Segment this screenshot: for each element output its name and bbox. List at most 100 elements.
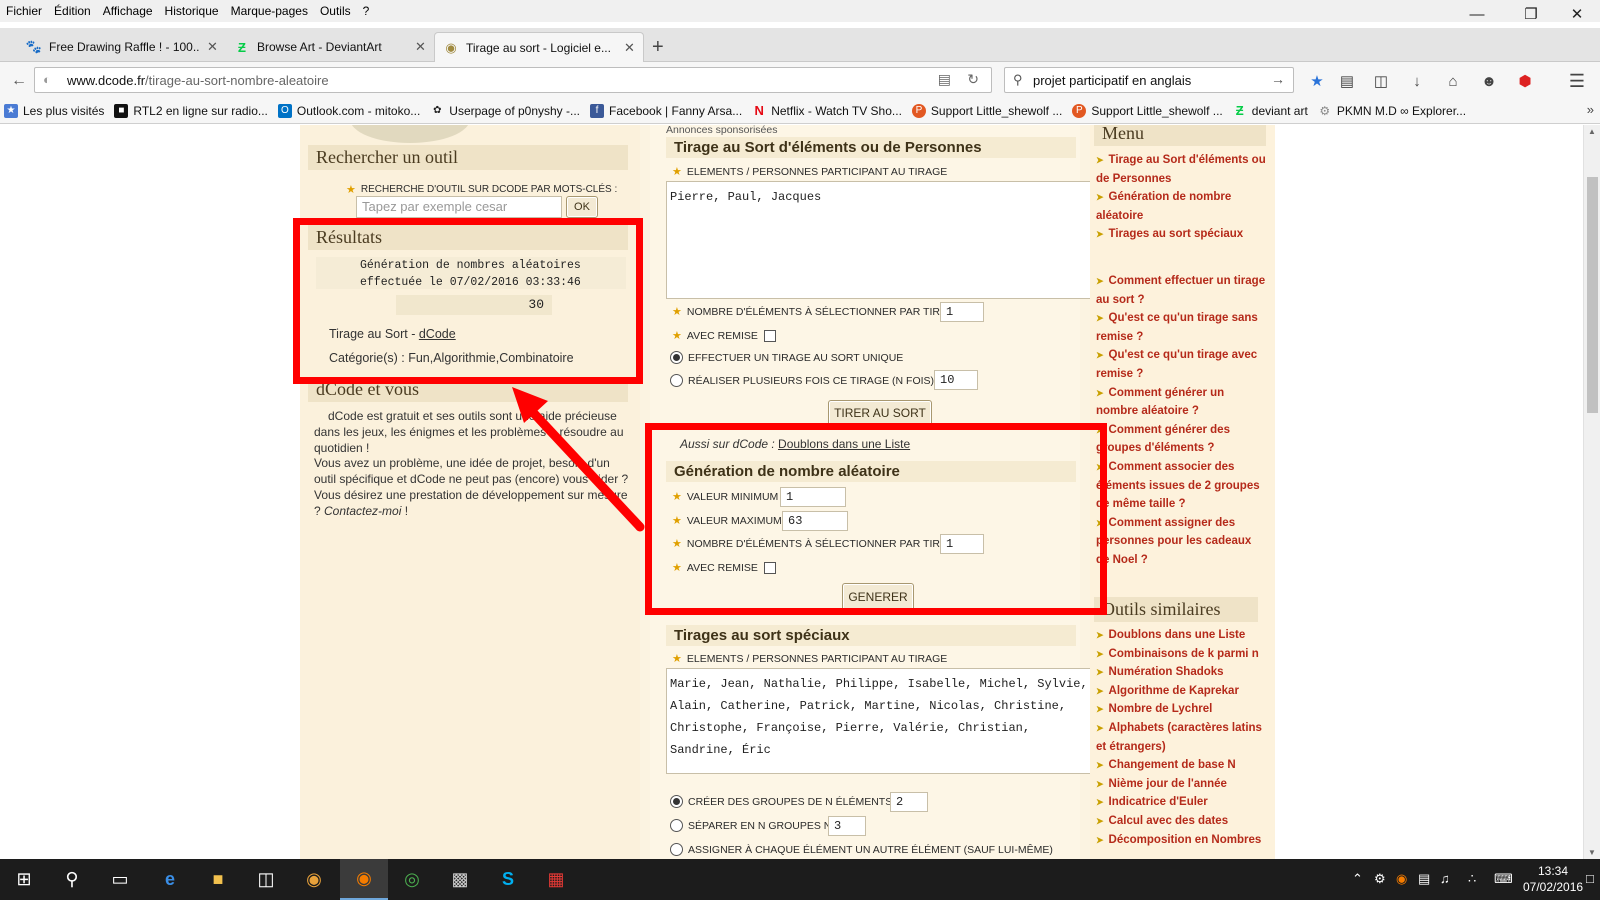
bookmark-star-icon[interactable]: ★ — [1306, 70, 1328, 92]
bookmarks-list-icon[interactable]: ▤ — [1336, 70, 1358, 92]
bookmark-item[interactable]: ⚙ PKMN M.D ∞ Explorer... — [1318, 104, 1466, 118]
faq-link[interactable]: ➤ Comment associer des éléments issues de… — [1096, 458, 1266, 514]
edge-icon[interactable]: e — [146, 859, 194, 900]
faq-link[interactable]: ➤ Comment générer des groupes d'éléments … — [1096, 421, 1266, 458]
tab-free-drawing-raffle[interactable]: 🐾 Free Drawing Raffle ! - 100... ✕ — [18, 32, 226, 62]
new-tab-icon[interactable]: + — [652, 36, 664, 59]
tab-browse-art[interactable]: Ƶ Browse Art - DeviantArt ✕ — [226, 32, 434, 62]
similar-tool-link[interactable]: ➤ Nombre de Lychrel — [1096, 700, 1268, 719]
similar-tool-link[interactable]: ➤ Indicatrice d'Euler — [1096, 793, 1268, 812]
menu-link[interactable]: ➤ Génération de nombre aléatoire — [1096, 188, 1266, 225]
similar-tool-link[interactable]: ➤ Doublons dans une Liste — [1096, 626, 1268, 645]
download-icon[interactable]: ↓ — [1406, 70, 1428, 92]
bookmark-item[interactable]: Ƶdeviant art — [1233, 103, 1308, 118]
faq-link[interactable]: ➤ Qu'est ce qu'un tirage sans remise ? — [1096, 309, 1266, 346]
draw-replace-checkbox[interactable] — [763, 329, 776, 342]
store-icon[interactable]: ◫ — [242, 859, 290, 900]
menu-edition[interactable]: Édition — [48, 4, 97, 18]
search-ok-button[interactable]: OK — [566, 196, 598, 218]
draw-single-radio[interactable] — [670, 351, 683, 364]
bookmark-item[interactable]: ■ RTL2 en ligne sur radio... — [114, 103, 268, 118]
search-go-icon[interactable]: → — [1271, 71, 1285, 87]
bookmark-item[interactable]: f Facebook | Fanny Arsa... — [590, 103, 742, 118]
special-assign-option[interactable]: ASSIGNER À CHAQUE ÉLÉMENT UN AUTRE ÉLÉME… — [670, 843, 1053, 856]
bookmark-item[interactable]: O Outlook.com - mitoko... — [277, 103, 420, 118]
contact-link[interactable]: Contactez-moi — [324, 504, 401, 518]
menu-fichier[interactable]: Fichier — [0, 4, 48, 18]
close-window-icon[interactable]: ✕ — [1554, 0, 1600, 28]
draw-multi-input[interactable]: 10 — [934, 370, 978, 390]
draw-multi-radio[interactable] — [670, 374, 683, 387]
notifications-icon[interactable]: □ — [1586, 871, 1594, 886]
menu-marque-pages[interactable]: Marque-pages — [225, 4, 314, 18]
bookmarks-overflow-icon[interactable]: » — [1587, 102, 1594, 117]
tray-battery-icon[interactable]: ▤ — [1418, 871, 1430, 887]
special-groups-input[interactable]: 2 — [890, 792, 928, 812]
draw-count-input[interactable]: 1 — [940, 302, 984, 322]
special-groups-option[interactable]: CRÉER DES GROUPES DE N ÉLÉMENTS N= — [670, 795, 909, 808]
tray-volume-icon[interactable]: ♫ — [1440, 871, 1450, 886]
faq-link[interactable]: ➤ Comment assigner des personnes pour les… — [1096, 514, 1266, 570]
scroll-down-icon[interactable]: ▼ — [1588, 848, 1596, 857]
search-icon[interactable]: ⚲ — [48, 859, 96, 900]
similar-tool-link[interactable]: ➤ Combinaisons de k parmi n — [1096, 645, 1268, 664]
menu-historique[interactable]: Historique — [159, 4, 225, 18]
tray-gear-icon[interactable]: ⚙ — [1374, 871, 1386, 887]
close-tab-icon[interactable]: ✕ — [415, 39, 426, 55]
similar-tool-link[interactable]: ➤ Calcul avec des dates — [1096, 812, 1268, 831]
similar-tool-link[interactable]: ➤ Nième jour de l'année — [1096, 775, 1268, 794]
bookmark-item[interactable]: N Netflix - Watch TV Sho... — [752, 103, 902, 118]
special-split-input[interactable]: 3 — [828, 816, 866, 836]
special-groups-radio[interactable] — [670, 795, 683, 808]
special-split-option[interactable]: SÉPARER EN N GROUPES N= — [670, 819, 837, 832]
reload-icon[interactable]: ↻ — [967, 71, 979, 88]
url-bar[interactable]: ◐ www.dcode.fr/tirage-au-sort-nombre-ale… — [34, 67, 992, 93]
special-split-radio[interactable] — [670, 819, 683, 832]
draw-multi-option[interactable]: RÉALISER PLUSIEURS FOIS CE TIRAGE (N FOI… — [670, 374, 951, 387]
tray-network-icon[interactable]: ∴ — [1468, 871, 1476, 887]
tray-app-icon[interactable]: ◉ — [1396, 871, 1407, 887]
draw-single-option[interactable]: EFFECTUER UN TIRAGE AU SORT UNIQUE — [670, 351, 903, 364]
search-bar[interactable]: ⚲ projet participatif en anglais → — [1004, 67, 1294, 93]
scroll-up-icon[interactable]: ▲ — [1588, 127, 1596, 136]
pocket-icon[interactable]: ◫ — [1370, 70, 1392, 92]
skype-icon[interactable]: S — [484, 859, 532, 900]
app-icon[interactable]: ▩ — [436, 859, 484, 900]
bookmark-item[interactable]: ✿ Userpage of p0nyshy -... — [430, 104, 580, 118]
file-explorer-icon[interactable]: ■ — [194, 859, 242, 900]
special-assign-radio[interactable] — [670, 843, 683, 856]
windows-start-icon[interactable]: ⊞ — [0, 859, 48, 900]
menu-aide[interactable]: ? — [357, 4, 376, 18]
home-icon[interactable]: ⌂ — [1442, 70, 1464, 92]
back-icon[interactable]: ← — [8, 70, 30, 92]
firefox-icon[interactable]: ◉ — [340, 859, 388, 900]
faq-link[interactable]: ➤ Comment effectuer un tirage au sort ? — [1096, 272, 1266, 309]
chat-icon[interactable]: ☻ — [1478, 70, 1500, 92]
taskbar-clock[interactable]: 13:34 07/02/2016 — [1523, 863, 1583, 895]
menu-link[interactable]: ➤ Tirages au sort spéciaux — [1096, 225, 1266, 244]
close-tab-icon[interactable]: ✕ — [624, 40, 635, 56]
photos-icon[interactable]: ▦ — [532, 859, 580, 900]
task-view-icon[interactable]: ▭ — [96, 859, 144, 900]
adblock-icon[interactable]: ⬢ — [1514, 70, 1536, 92]
scroll-thumb[interactable] — [1587, 177, 1598, 413]
special-elements-textarea[interactable]: Marie, Jean, Nathalie, Philippe, Isabell… — [666, 668, 1094, 774]
paint-icon[interactable]: ◉ — [290, 859, 338, 900]
bookmark-item[interactable]: ★ Les plus visités — [4, 103, 104, 118]
similar-tool-link[interactable]: ➤ Alphabets (caractères latins et étrange… — [1096, 719, 1268, 756]
similar-tool-link[interactable]: ➤ Changement de base N — [1096, 756, 1268, 775]
maximize-icon[interactable]: ❐ — [1508, 0, 1554, 28]
page-scrollbar[interactable]: ▲ ▼ — [1583, 125, 1600, 859]
draw-elements-textarea[interactable]: Pierre, Paul, Jacques — [666, 181, 1094, 299]
bookmark-item[interactable]: P Support Little_shewolf ... — [911, 103, 1062, 118]
faq-link[interactable]: ➤ Qu'est ce qu'un tirage avec remise ? — [1096, 346, 1266, 383]
reader-view-icon[interactable]: ▤ — [938, 71, 951, 88]
faq-link[interactable]: ➤ Comment générer un nombre aléatoire ? — [1096, 384, 1266, 421]
tray-keyboard-icon[interactable]: ⌨ — [1494, 871, 1513, 887]
search-tool-input[interactable]: Tapez par exemple cesar — [356, 196, 562, 218]
menu-link[interactable]: ➤ Tirage au Sort d'éléments ou de Personn… — [1096, 151, 1266, 188]
similar-tool-link[interactable]: ➤ Décomposition en Nombres — [1096, 831, 1268, 850]
menu-outils[interactable]: Outils — [314, 4, 357, 18]
site-info-icon[interactable]: ◐ — [43, 72, 51, 87]
minimize-icon[interactable]: — — [1454, 0, 1500, 28]
